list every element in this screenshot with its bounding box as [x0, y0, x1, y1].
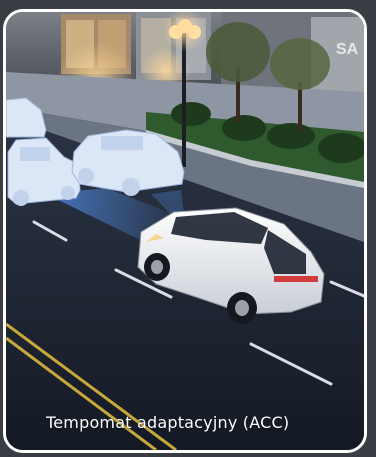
feature-card[interactable]: SA Tempomat adaptacyjny (ACC): [3, 9, 367, 453]
app-background: SA Tempomat adaptacyjny (ACC): [0, 0, 376, 457]
acc-scene-illustration: SA: [6, 12, 364, 450]
store-sign: SA: [336, 41, 359, 58]
feature-caption: Tempomat adaptacyjny (ACC): [46, 413, 290, 432]
